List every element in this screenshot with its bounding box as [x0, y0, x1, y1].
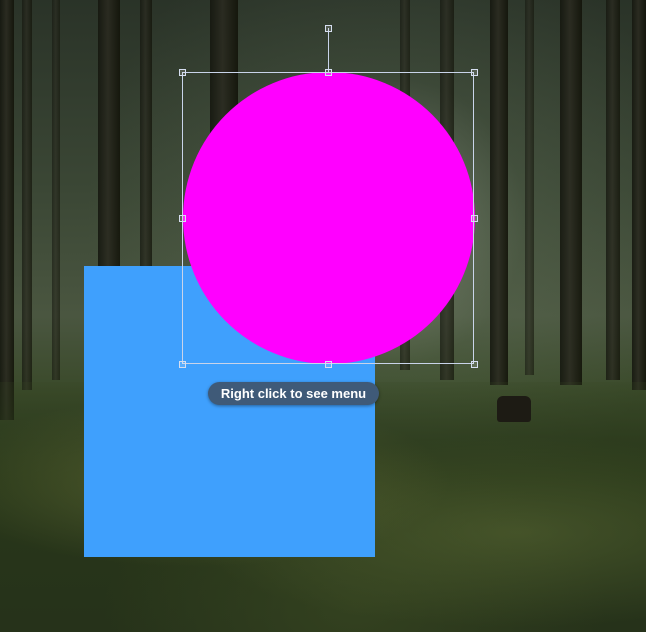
- resize-handle-right[interactable]: [471, 215, 478, 222]
- resize-handle-top-left[interactable]: [179, 69, 186, 76]
- resize-handle-bottom-left[interactable]: [179, 361, 186, 368]
- editor-canvas[interactable]: Right click to see menu: [0, 0, 646, 632]
- rotation-handle[interactable]: [325, 25, 332, 32]
- tree-trunk: [22, 0, 32, 390]
- resize-handle-bottom[interactable]: [325, 361, 332, 368]
- resize-handle-left[interactable]: [179, 215, 186, 222]
- tree-trunk: [0, 0, 14, 420]
- tree-trunk: [606, 0, 620, 380]
- resize-handle-top[interactable]: [325, 69, 332, 76]
- resize-handle-top-right[interactable]: [471, 69, 478, 76]
- tree-trunk: [560, 0, 582, 385]
- selection-outline[interactable]: [182, 72, 474, 364]
- tree-stump: [497, 396, 531, 422]
- tree-trunk: [632, 0, 646, 390]
- rotation-handle-line: [328, 28, 329, 72]
- tree-trunk: [525, 0, 534, 375]
- context-menu-hint-tooltip: Right click to see menu: [208, 382, 379, 405]
- tree-trunk: [490, 0, 508, 385]
- resize-handle-bottom-right[interactable]: [471, 361, 478, 368]
- tree-trunk: [52, 0, 60, 380]
